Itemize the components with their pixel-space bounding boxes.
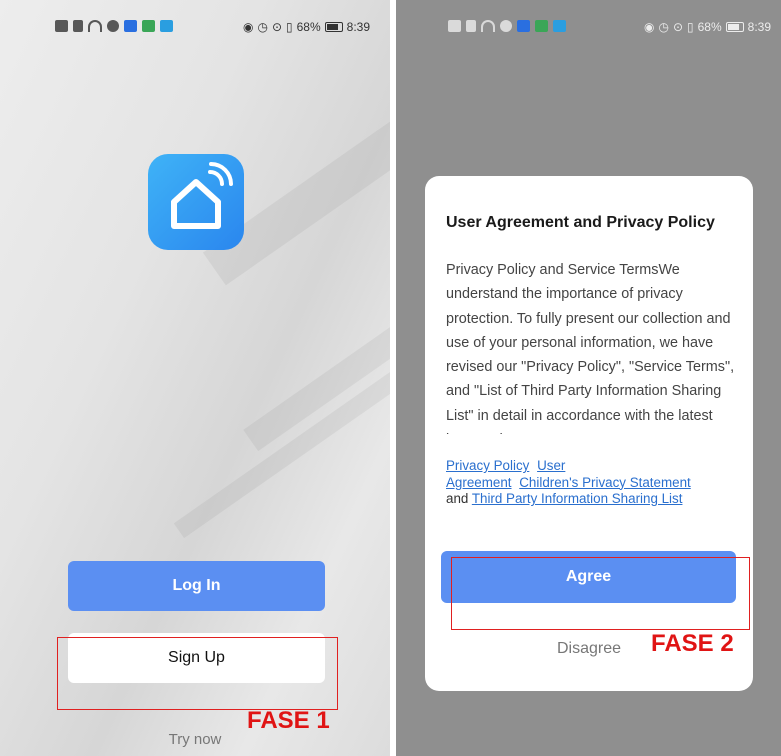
signal-icon: [73, 20, 83, 32]
dialog-title: User Agreement and Privacy Policy: [446, 214, 715, 231]
eye-icon: ◉: [643, 20, 655, 34]
fase2-highlight-box: [451, 557, 750, 630]
policy-links: Privacy Policy User Agreement Children's…: [446, 458, 741, 508]
battery-icon: [324, 22, 343, 32]
battery-percent: 68%: [697, 20, 722, 34]
status-icons-left: [55, 20, 173, 32]
clock: 8:39: [346, 20, 370, 34]
location-icon: ⊙: [271, 20, 282, 34]
app-notification-icon: [124, 20, 137, 32]
fase2-label: FASE 2: [651, 630, 734, 657]
signal-icon: [466, 20, 476, 32]
window-shadow: [243, 234, 390, 452]
eye-icon: ◉: [242, 20, 254, 34]
status-bar: ◉ ◷ ⊙ ▯ 68% 8:39: [396, 16, 781, 40]
location-notification-icon: [535, 20, 548, 32]
hd-icon: [55, 20, 68, 32]
status-icons-right: ◉ ◷ ⊙ ▯ 68% 8:39: [243, 20, 370, 34]
smart-home-icon: [171, 162, 233, 229]
clock: 8:39: [747, 20, 771, 34]
status-bar: ◉ ◷ ⊙ ▯ 68% 8:39: [0, 16, 390, 40]
app-logo: [148, 154, 244, 250]
dialog-body-text[interactable]: Privacy Policy and Service TermsWe under…: [446, 258, 736, 434]
hd-icon: [448, 20, 461, 32]
and-text: and: [446, 491, 469, 506]
battery-icon: [725, 22, 744, 32]
childrens-privacy-link[interactable]: Children's Privacy Statement: [519, 475, 691, 490]
login-button[interactable]: Log In: [68, 561, 325, 611]
search-notification-icon: [160, 20, 173, 32]
status-icons-right: ◉ ◷ ⊙ ▯ 68% 8:39: [644, 20, 771, 34]
chat-icon: [107, 20, 119, 32]
alarm-icon: ◷: [658, 20, 669, 34]
try-now-link[interactable]: Try now: [0, 731, 390, 748]
privacy-policy-link[interactable]: Privacy Policy: [446, 458, 529, 473]
wifi-icon: [481, 20, 495, 32]
location-icon: ⊙: [672, 20, 683, 34]
vibrate-icon: ▯: [687, 20, 694, 34]
search-notification-icon: [553, 20, 566, 32]
status-icons-left: [448, 20, 566, 32]
app-notification-icon: [517, 20, 530, 32]
user-agreement-link-part2[interactable]: Agreement: [446, 475, 512, 490]
wifi-icon: [88, 20, 102, 32]
vibrate-icon: ▯: [286, 20, 293, 34]
user-agreement-link-part1[interactable]: User: [537, 458, 565, 473]
fase1-label: FASE 1: [247, 707, 330, 734]
fase1-highlight-box: [57, 637, 338, 710]
third-party-sharing-link[interactable]: Third Party Information Sharing List: [472, 491, 683, 506]
chat-icon: [500, 20, 512, 32]
battery-percent: 68%: [296, 20, 321, 34]
location-notification-icon: [142, 20, 155, 32]
alarm-icon: ◷: [257, 20, 268, 34]
